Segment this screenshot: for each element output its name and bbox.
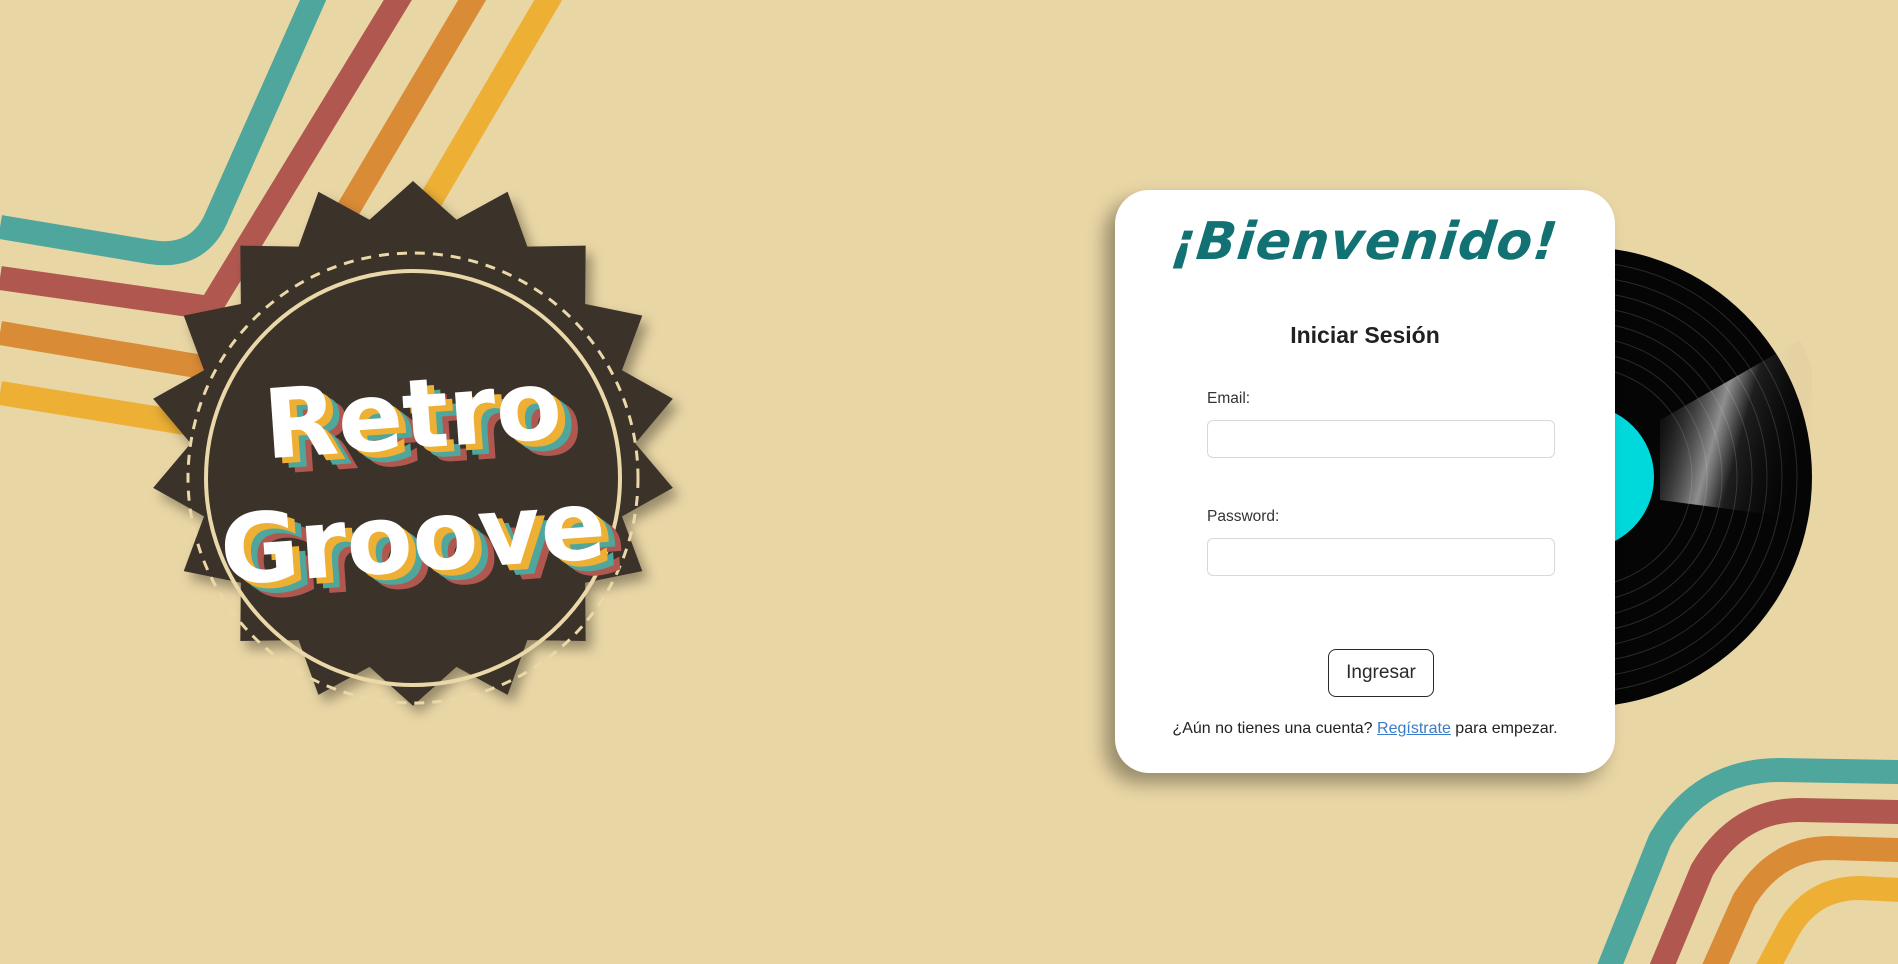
- logo-line1: Retro: [260, 349, 565, 482]
- welcome-title: ¡Bienvenido!: [1168, 212, 1562, 272]
- login-card: ¡Bienvenido! Iniciar Sesión Email: Passw…: [1115, 190, 1615, 773]
- register-link[interactable]: Regístrate: [1377, 720, 1451, 737]
- password-label: Password:: [1207, 508, 1280, 525]
- email-field[interactable]: [1207, 420, 1555, 458]
- bottom-right-stripes: [1597, 758, 1898, 964]
- email-label: Email:: [1207, 390, 1251, 407]
- register-prompt-before: ¿Aún no tienes una cuenta?: [1172, 720, 1373, 737]
- register-prompt-after: para empezar.: [1455, 720, 1558, 737]
- logo-text: Retro Retro Retro Retro Groove Groove Gr…: [217, 349, 630, 622]
- login-subtitle: Iniciar Sesión: [1290, 322, 1440, 348]
- password-field[interactable]: [1207, 538, 1555, 576]
- submit-button[interactable]: Ingresar: [1328, 649, 1434, 697]
- register-prompt: ¿Aún no tienes una cuenta? Regístrate pa…: [1115, 720, 1615, 738]
